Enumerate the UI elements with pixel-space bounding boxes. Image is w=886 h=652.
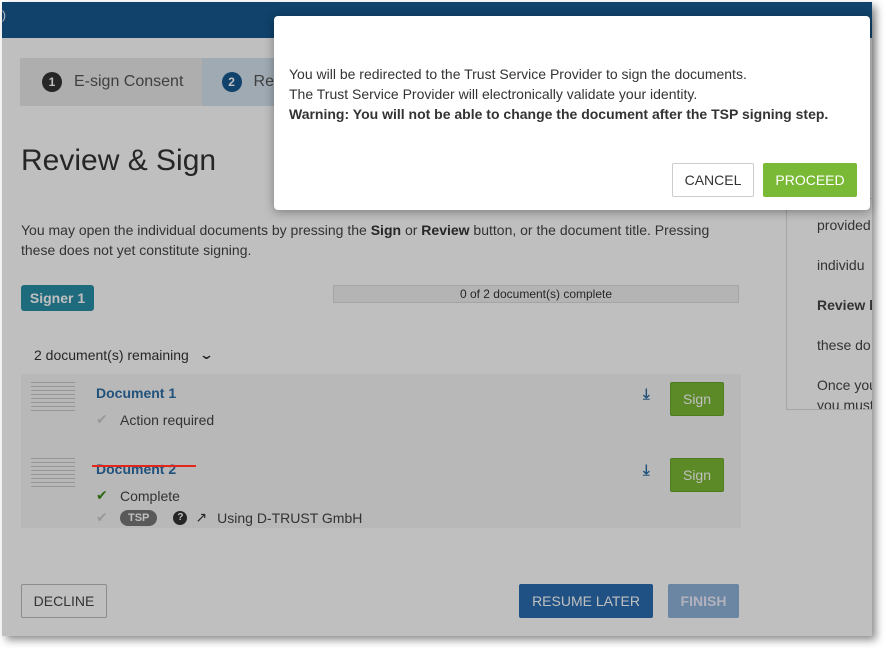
proceed-button[interactable]: PROCEED (763, 163, 857, 197)
redirect-dialog: You will be redirected to the Trust Serv… (274, 16, 870, 210)
dialog-warning: Warning: You will not be able to change … (289, 106, 829, 122)
dialog-message: You will be redirected to the Trust Serv… (289, 64, 828, 124)
dialog-line: You will be redirected to the Trust Serv… (289, 66, 747, 82)
annotation-underline (92, 465, 196, 467)
cancel-button[interactable]: CANCEL (672, 163, 754, 197)
dialog-line: The Trust Service Provider will electron… (289, 86, 698, 102)
